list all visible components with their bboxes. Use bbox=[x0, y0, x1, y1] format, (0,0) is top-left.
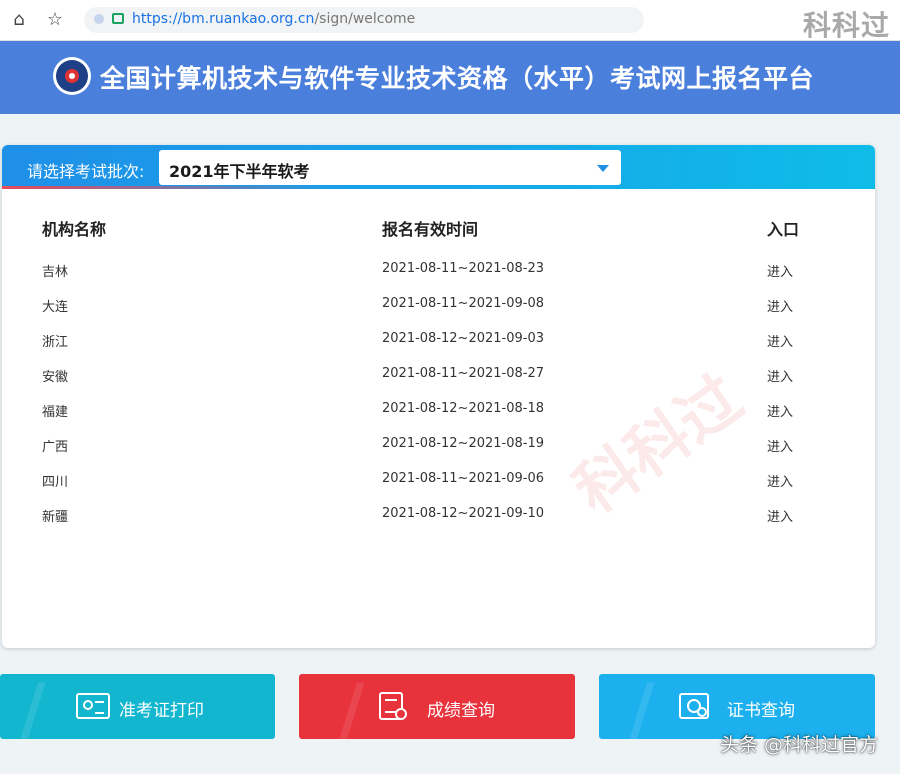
registration-period: 2021-08-11~2021-08-27 bbox=[382, 366, 544, 381]
table-row: 广西 2021-08-12~2021-08-19 进入 bbox=[2, 426, 875, 461]
enter-link[interactable]: 进入 bbox=[767, 366, 793, 385]
batch-select-label: 请选择考试批次: bbox=[27, 162, 145, 181]
table-row: 四川 2021-08-11~2021-09-06 进入 bbox=[2, 461, 875, 496]
accent-underline bbox=[2, 186, 332, 189]
chevron-down-icon[interactable] bbox=[597, 165, 609, 172]
enter-link[interactable]: 进入 bbox=[767, 296, 793, 315]
org-name: 广西 bbox=[42, 440, 69, 455]
registration-period: 2021-08-11~2021-09-08 bbox=[382, 296, 544, 311]
registration-period: 2021-08-11~2021-08-23 bbox=[382, 261, 544, 276]
batch-select[interactable]: 2021年下半年软考 bbox=[159, 150, 621, 185]
decor-shape: / bbox=[20, 674, 46, 739]
score-query-button[interactable]: / 成绩查询 bbox=[299, 674, 575, 739]
org-name: 浙江 bbox=[42, 335, 69, 350]
table-row: 安徽 2021-08-11~2021-08-27 进入 bbox=[2, 356, 875, 391]
url-text[interactable]: https://bm.ruankao.org.cn/sign/welcome bbox=[132, 11, 415, 27]
column-header-org: 机构名称 bbox=[42, 220, 107, 239]
enter-link[interactable]: 进入 bbox=[767, 506, 793, 525]
org-name: 四川 bbox=[42, 475, 69, 490]
address-bar[interactable]: https://bm.ruankao.org.cn/sign/welcome bbox=[84, 7, 644, 33]
button-label: 准考证打印 bbox=[119, 701, 204, 721]
table-row: 大连 2021-08-11~2021-09-08 进入 bbox=[2, 286, 875, 321]
org-name: 新疆 bbox=[42, 510, 69, 525]
org-name: 福建 bbox=[42, 405, 69, 420]
registration-period: 2021-08-12~2021-09-03 bbox=[382, 331, 544, 346]
id-card-icon bbox=[76, 693, 110, 719]
registration-period: 2021-08-12~2021-08-19 bbox=[382, 436, 544, 451]
registration-period: 2021-08-12~2021-08-18 bbox=[382, 401, 544, 416]
table-row: 吉林 2021-08-11~2021-08-23 进入 bbox=[2, 251, 875, 286]
decor-shape: / bbox=[339, 674, 365, 739]
enter-link[interactable]: 进入 bbox=[767, 261, 793, 280]
site-info-icon[interactable] bbox=[94, 14, 104, 24]
registration-period: 2021-08-11~2021-09-06 bbox=[382, 471, 544, 486]
decor-shape: / bbox=[629, 674, 655, 739]
admission-ticket-print-button[interactable]: / 准考证打印 bbox=[0, 674, 275, 739]
document-search-icon bbox=[379, 692, 407, 720]
certificate-search-icon bbox=[679, 693, 709, 719]
corner-watermark: 科科过 bbox=[802, 9, 890, 42]
table-row: 浙江 2021-08-12~2021-09-03 进入 bbox=[2, 321, 875, 356]
column-header-period: 报名有效时间 bbox=[382, 220, 479, 239]
home-icon[interactable]: ⌂ bbox=[8, 9, 30, 31]
enter-link[interactable]: 进入 bbox=[767, 401, 793, 420]
star-icon[interactable]: ☆ bbox=[44, 9, 66, 31]
org-name: 吉林 bbox=[42, 265, 69, 280]
org-name: 安徽 bbox=[42, 370, 69, 385]
org-name: 大连 bbox=[42, 300, 69, 315]
registration-card: 请选择考试批次: 2021年下半年软考 机构名称 报名有效时间 入口 吉林 20… bbox=[2, 145, 875, 648]
button-label: 成绩查询 bbox=[427, 701, 495, 721]
table-row: 福建 2021-08-12~2021-08-18 进入 bbox=[2, 391, 875, 426]
table-row: 新疆 2021-08-12~2021-09-10 进入 bbox=[2, 496, 875, 531]
browser-toolbar: ⌂ ☆ https://bm.ruankao.org.cn/sign/welco… bbox=[0, 0, 900, 42]
site-logo-icon bbox=[53, 57, 91, 95]
page-title: 全国计算机技术与软件专业技术资格（水平）考试网上报名平台 bbox=[100, 64, 815, 93]
lock-icon bbox=[112, 13, 124, 24]
batch-select-value: 2021年下半年软考 bbox=[169, 162, 310, 181]
footer-credit: 头条 @科科过官方 bbox=[719, 734, 878, 756]
column-header-entry: 入口 bbox=[767, 220, 800, 239]
button-label: 证书查询 bbox=[727, 701, 795, 721]
site-header: 全国计算机技术与软件专业技术资格（水平）考试网上报名平台 bbox=[0, 41, 900, 114]
enter-link[interactable]: 进入 bbox=[767, 436, 793, 455]
batch-selector-bar: 请选择考试批次: 2021年下半年软考 bbox=[2, 145, 875, 189]
enter-link[interactable]: 进入 bbox=[767, 471, 793, 490]
registration-period: 2021-08-12~2021-09-10 bbox=[382, 506, 544, 521]
enter-link[interactable]: 进入 bbox=[767, 331, 793, 350]
